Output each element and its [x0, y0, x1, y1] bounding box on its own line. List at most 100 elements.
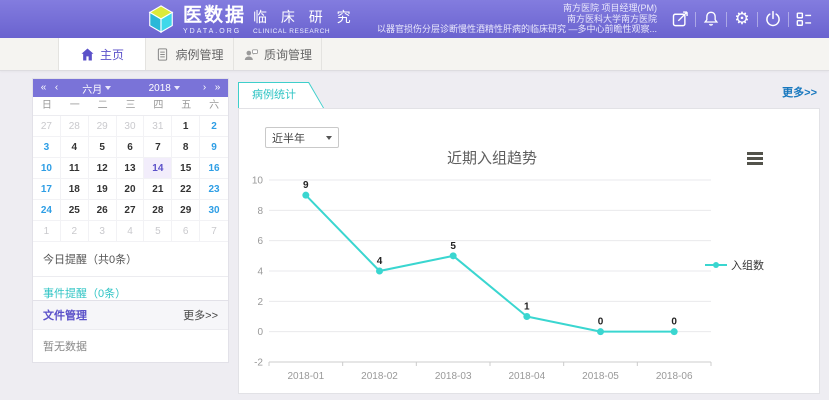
calendar-day[interactable]: 21: [144, 179, 173, 200]
calendar-day[interactable]: 1: [33, 221, 61, 242]
brand-domain: YDATA.ORG: [183, 27, 242, 35]
next-year-icon[interactable]: »: [211, 79, 224, 97]
weekday-label: 六: [209, 100, 220, 111]
calendar-day[interactable]: 3: [88, 221, 117, 242]
calendar-day[interactable]: 5: [88, 137, 117, 158]
calendar-day[interactable]: 17: [33, 179, 61, 200]
calendar-day[interactable]: 13: [116, 158, 145, 179]
calendar-day[interactable]: 30: [200, 200, 228, 221]
prev-year-icon[interactable]: «: [37, 79, 50, 97]
calendar-day[interactable]: 15: [172, 158, 201, 179]
next-month-icon[interactable]: ›: [198, 79, 211, 97]
calendar-day[interactable]: 2: [60, 221, 89, 242]
hospital-role-line: 南方医院 项目经理(PM): [563, 3, 657, 14]
month-select[interactable]: 六月: [63, 81, 131, 96]
tab-label: 病例管理: [175, 47, 224, 62]
calendar-day[interactable]: 18: [60, 179, 89, 200]
hospital-line: 南方医科大学南方医院: [566, 13, 657, 24]
file-empty-text: 暂无数据: [43, 341, 87, 353]
calendar-day[interactable]: 5: [144, 221, 173, 242]
tab-label: 主页: [99, 47, 124, 62]
calendar-day[interactable]: 27: [116, 200, 145, 221]
cube-logo-icon: [148, 4, 174, 33]
svg-text:4: 4: [257, 267, 263, 278]
calendar-day[interactable]: 4: [60, 137, 89, 158]
svg-text:0: 0: [257, 327, 263, 338]
calendar-day[interactable]: 7: [200, 221, 228, 242]
tab-inquiry-management[interactable]: 质询管理: [234, 38, 322, 70]
svg-text:2018-03: 2018-03: [435, 371, 472, 382]
calendar-day[interactable]: 8: [172, 137, 201, 158]
calendar-day[interactable]: 24: [33, 200, 61, 221]
calendar-day[interactable]: 4: [116, 221, 145, 242]
svg-text:10: 10: [252, 176, 264, 187]
stats-more-link[interactable]: 更多>>: [782, 84, 817, 100]
tab-case-management[interactable]: 病例管理: [146, 38, 234, 70]
legend-dot: [713, 262, 719, 268]
svg-text:-2: -2: [254, 358, 263, 369]
chart-menu-icon[interactable]: [747, 152, 763, 165]
calendar-day[interactable]: 31: [144, 116, 173, 137]
calendar-day[interactable]: 12: [88, 158, 117, 179]
apps-grid-icon[interactable]: [789, 5, 819, 33]
svg-text:6: 6: [257, 236, 263, 247]
calendar-day[interactable]: 27: [33, 116, 61, 137]
calendar-day[interactable]: 23: [200, 179, 228, 200]
edit-icon[interactable]: [665, 5, 695, 33]
weekday-label: 日: [41, 100, 52, 111]
file-management-panel: 文件管理 更多>> 暂无数据: [32, 300, 229, 363]
caret-down-icon: [105, 86, 112, 90]
calendar-day[interactable]: 3: [33, 137, 61, 158]
calendar-day[interactable]: 19: [88, 179, 117, 200]
home-icon: [81, 48, 94, 60]
calendar-day[interactable]: 1: [172, 116, 201, 137]
calendar-day[interactable]: 11: [60, 158, 89, 179]
project-title-marquee: 以器官损伤分层诊断慢性酒精性肝病的临床研究 —多中心前瞻性观察...: [376, 24, 657, 35]
tab-label: 质询管理: [263, 47, 312, 62]
calendar-panel: « ‹ 六月 2018 › » 日一二三四五六 27 28 29 30 31 1 2 3 4 5 6…: [32, 78, 229, 310]
calendar-day[interactable]: 28: [144, 200, 173, 221]
year-select[interactable]: 2018: [131, 83, 199, 94]
legend-marker-icon: [705, 262, 727, 268]
range-select-value: 近半年: [272, 132, 305, 145]
calendar-day[interactable]: 9: [200, 137, 228, 158]
brand-subtitle: 临 床 研 究: [253, 8, 356, 25]
bell-icon[interactable]: [696, 5, 726, 33]
case-stats-tab[interactable]: 病例统计: [238, 82, 324, 108]
calendar-day[interactable]: 26: [88, 200, 117, 221]
document-icon: [158, 47, 168, 61]
calendar-day[interactable]: 28: [60, 116, 89, 137]
calendar-day[interactable]: 30: [116, 116, 145, 137]
tab-home[interactable]: 主页: [58, 38, 146, 70]
chart-panel: 近半年 近期入组趋势 -2 0 2 4 6 8 10 2018-01 2018-02 2018-0…: [238, 108, 820, 394]
power-icon[interactable]: [758, 5, 788, 33]
svg-text:9: 9: [303, 180, 309, 191]
weekday-label: 三: [125, 100, 136, 111]
svg-text:8: 8: [257, 206, 263, 217]
calendar-day[interactable]: 6: [172, 221, 201, 242]
calendar-day[interactable]: 6: [116, 137, 145, 158]
chart-legend[interactable]: 入组数: [705, 257, 764, 273]
svg-text:4: 4: [377, 256, 383, 267]
weekday-label: 二: [97, 100, 108, 111]
gear-icon[interactable]: ⚙: [727, 5, 757, 33]
svg-text:5: 5: [450, 241, 456, 252]
header-icon-bar: ⚙: [665, 5, 819, 33]
calendar-day[interactable]: 16: [200, 158, 228, 179]
calendar-day[interactable]: 10: [33, 158, 61, 179]
calendar-day[interactable]: 7: [144, 137, 173, 158]
caret-down-icon: [326, 135, 332, 140]
range-select[interactable]: 近半年: [265, 127, 339, 148]
caret-down-icon: [173, 86, 180, 90]
calendar-day-today[interactable]: 14: [144, 158, 173, 179]
main-tab-bar: 主页 病例管理 质询管理: [0, 38, 829, 71]
calendar-day[interactable]: 25: [60, 200, 89, 221]
file-more-link[interactable]: 更多>>: [183, 307, 218, 323]
prev-month-icon[interactable]: ‹: [50, 79, 63, 97]
month-label: 六月: [82, 84, 103, 96]
calendar-day[interactable]: 22: [172, 179, 201, 200]
calendar-day[interactable]: 29: [172, 200, 201, 221]
calendar-day[interactable]: 20: [116, 179, 145, 200]
calendar-day[interactable]: 2: [200, 116, 228, 137]
calendar-day[interactable]: 29: [88, 116, 117, 137]
